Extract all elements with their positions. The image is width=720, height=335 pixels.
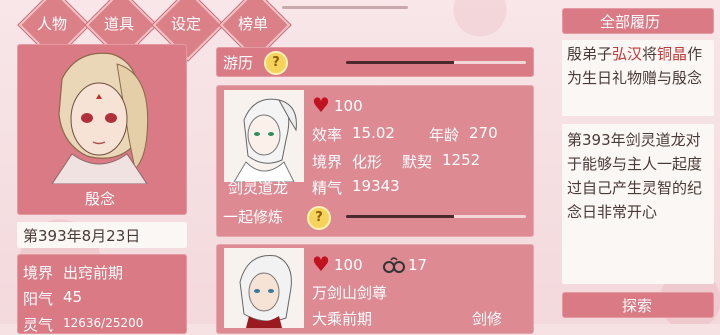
history-highlight-person: 弘汉 [612,45,643,63]
companion-1-bond: 1252 [442,151,481,169]
player-portrait-panel[interactable]: 殷念 [17,44,187,215]
tab-person[interactable]: 人物 [19,12,85,36]
player-stats-panel[interactable]: 境界 出窍前期 阳气 45 灵气 12636/25200 [17,254,187,334]
history-title: 全部履历 [600,13,661,31]
history-entry-1-text: 殷弟子弘汉将铜晶作为生日礼物赠与殷念 [567,42,711,90]
companion-1-realm-label: 境界 [312,153,343,171]
history-entry-1: 殷弟子弘汉将铜晶作为生日礼物赠与殷念 [562,40,714,116]
companion-1-name: 剑灵道龙 [228,179,289,197]
companion-1-realm: 化形 [352,153,383,171]
question-icon[interactable]: ? [264,51,288,75]
companion-card-2[interactable]: ♥ 100 17 万剑山剑尊 大乘前期 剑修 [216,244,534,334]
tab-ranking[interactable]: 榜单 [220,12,286,36]
travel-label: 游历 [223,54,254,72]
companion-1-portrait [224,90,304,182]
companion-1-age: 270 [469,124,498,142]
question-icon[interactable]: ? [307,206,331,230]
history-entry-2-text: 第393年剑灵道龙对于能够与主人一起度过自己产生灵智的纪念日非常开心 [567,131,703,221]
player-portrait [51,52,149,184]
player-lingqi-label: 灵气 [23,316,54,334]
handcuffs-icon [382,256,406,274]
top-handle[interactable] [282,6,408,9]
game-date: 第393年8月23日 [23,227,141,245]
date-panel: 第393年8月23日 [17,222,187,248]
companion-2-sect: 万剑山剑尊 [312,284,388,302]
companion-2-role: 剑修 [472,310,503,328]
history-title-bar[interactable]: 全部履历 [562,8,714,34]
companion-1-bond-label: 默契 [402,153,433,171]
companion-2-portrait [224,248,304,328]
companion-1-age-label: 年龄 [429,126,460,144]
player-name: 殷念 [85,190,116,208]
companion-1-essence: 19343 [352,177,400,195]
companion-1-essence-label: 精气 [312,179,343,197]
travel-panel[interactable]: 游历 ? [216,47,534,77]
companion-1-action-label[interactable]: 一起修炼 [223,206,283,227]
history-text: 殷弟子 [567,45,613,63]
player-yangqi-label: 阳气 [23,290,54,308]
companion-2-realm: 大乘前期 [312,310,373,328]
companion-1-hearts: 100 [334,97,363,115]
companion-2-cuffs: 17 [408,256,428,274]
history-text: 将 [642,45,658,63]
companion-card-1[interactable]: 剑灵道龙 ♥ 100 效率 15.02 年龄 270 境界 化形 默契 1252… [216,85,534,237]
explore-button[interactable]: 探索 [562,292,714,318]
player-realm-label: 境界 [23,264,54,282]
player-yangqi: 45 [63,288,83,306]
tab-items[interactable]: 道具 [86,12,152,36]
companion-1-action-progress [346,215,526,218]
heart-icon: ♥ [312,93,330,117]
companion-2-hearts: 100 [334,256,363,274]
player-realm: 出窍前期 [63,264,124,282]
history-entry-2: 第393年剑灵道龙对于能够与主人一起度过自己产生灵智的纪念日非常开心 [562,124,714,284]
companion-1-efficiency: 15.02 [352,124,395,142]
explore-label: 探索 [622,297,653,315]
companion-1-efficiency-label: 效率 [312,126,343,144]
tab-settings[interactable]: 设定 [153,12,219,36]
player-lingqi: 12636/25200 [63,316,144,330]
heart-icon: ♥ [312,252,330,276]
travel-progress-bar [346,61,526,64]
history-highlight-item: 铜晶 [657,45,688,63]
